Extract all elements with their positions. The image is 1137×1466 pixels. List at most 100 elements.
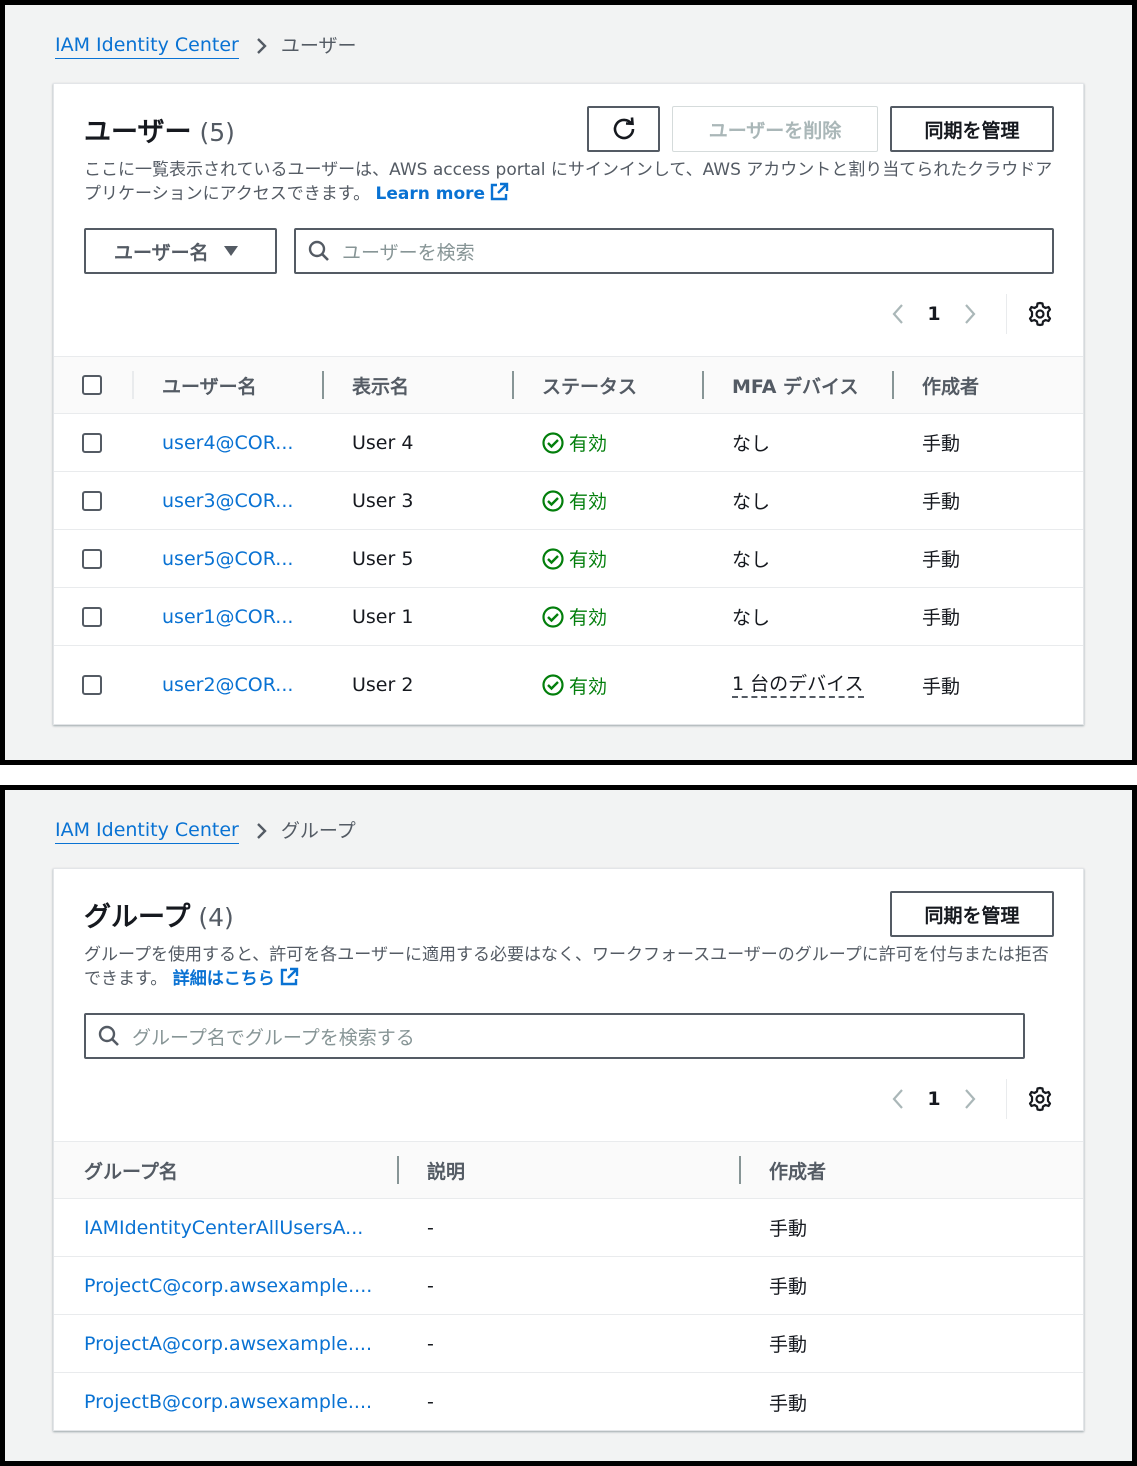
column-divider[interactable]	[702, 371, 704, 399]
chevron-right-icon[interactable]	[954, 1088, 986, 1110]
breadcrumb-root-link[interactable]: IAM Identity Center	[55, 818, 239, 844]
breadcrumb-root-link[interactable]: IAM Identity Center	[55, 33, 239, 59]
table-row: user1@COR... User 1 有効 なし 手動	[54, 588, 1083, 646]
select-all-checkbox[interactable]	[82, 357, 102, 413]
table-row: ProjectB@corp.awsexample.... - 手動	[54, 1373, 1083, 1431]
search-input[interactable]: グループ名でグループを検索する	[84, 1013, 1025, 1059]
row-checkbox[interactable]	[82, 548, 102, 569]
breadcrumb: IAM Identity Center グループ	[55, 818, 356, 844]
created-by: 手動	[922, 675, 961, 698]
learn-more-link[interactable]: 詳細はこちら	[173, 967, 299, 989]
table-row: user3@COR... User 3 有効 なし 手動	[54, 472, 1083, 530]
group-name-link[interactable]: ProjectC@corp.awsexample....	[84, 1257, 372, 1314]
search-placeholder: グループ名でグループを検索する	[132, 1026, 415, 1049]
group-name-link[interactable]: ProjectB@corp.awsexample....	[84, 1373, 372, 1431]
status-ok-icon	[542, 431, 564, 454]
page-number[interactable]: 1	[914, 303, 954, 325]
breadcrumb-current: グループ	[280, 820, 356, 842]
pagination: 1	[882, 294, 1053, 334]
group-count: (4)	[198, 903, 234, 932]
manage-sync-button[interactable]: 同期を管理	[890, 106, 1054, 152]
created-by: 手動	[922, 549, 961, 571]
status-badge: 有効	[542, 588, 607, 645]
chevron-right-icon	[255, 822, 267, 840]
status-text: 有効	[569, 433, 608, 455]
username-link[interactable]: user2@COR...	[162, 646, 293, 724]
group-description: -	[427, 1332, 434, 1355]
group-name-link[interactable]: ProjectA@corp.awsexample....	[84, 1315, 372, 1372]
status-badge: 有効	[542, 472, 607, 529]
gear-icon[interactable]	[1027, 1086, 1053, 1112]
divider	[1006, 1079, 1007, 1119]
username-link[interactable]: user4@COR...	[162, 414, 293, 471]
status-badge: 有効	[542, 646, 607, 724]
display-name: User 2	[352, 674, 414, 696]
column-divider[interactable]	[892, 371, 894, 399]
external-link-icon	[279, 967, 299, 994]
column-header-group-name[interactable]: グループ名	[84, 1142, 178, 1198]
column-header-created-by[interactable]: 作成者	[769, 1142, 826, 1198]
username-link[interactable]: user1@COR...	[162, 588, 293, 645]
username-link[interactable]: user5@COR...	[162, 530, 293, 587]
page-title: ユーザー (5)	[84, 110, 235, 149]
caret-down-icon	[223, 245, 239, 257]
status-text: 有効	[569, 675, 608, 698]
learn-more-link[interactable]: Learn more	[376, 182, 510, 204]
chevron-right-icon[interactable]	[954, 303, 986, 325]
row-checkbox[interactable]	[82, 675, 102, 695]
filter-select-value: ユーザー名	[114, 241, 209, 264]
column-header-username[interactable]: ユーザー名	[162, 357, 257, 413]
column-divider[interactable]	[397, 1156, 399, 1184]
groups-screen: IAM Identity Center グループ グループ (4) 同期を管理 …	[0, 785, 1137, 1466]
refresh-button[interactable]	[587, 106, 660, 152]
table-row: user2@COR... User 2 有効 1 台のデバイス 手動	[54, 646, 1083, 724]
column-header-description[interactable]: 説明	[427, 1142, 465, 1198]
column-divider[interactable]	[512, 371, 514, 399]
page-number[interactable]: 1	[914, 1088, 954, 1110]
mfa-devices: 1 台のデバイス	[732, 646, 864, 724]
table-row: IAMIdentityCenterAllUsersA... - 手動	[54, 1199, 1083, 1257]
user-count: (5)	[199, 118, 235, 147]
status-ok-icon	[542, 547, 564, 570]
display-name: User 3	[352, 489, 414, 512]
pagination: 1	[882, 1079, 1053, 1119]
row-checkbox[interactable]	[82, 432, 102, 453]
row-checkbox[interactable]	[82, 490, 102, 511]
chevron-left-icon[interactable]	[882, 1088, 914, 1110]
status-badge: 有効	[542, 530, 607, 587]
delete-users-button[interactable]: ユーザーを削除	[672, 106, 878, 152]
created-by: 手動	[769, 1392, 808, 1415]
status-ok-icon	[542, 605, 564, 628]
display-name: User 1	[352, 605, 414, 628]
search-input[interactable]: ユーザーを検索	[294, 228, 1054, 274]
manage-sync-button[interactable]: 同期を管理	[890, 891, 1054, 937]
breadcrumb: IAM Identity Center ユーザー	[55, 33, 356, 59]
table-header: グループ名 説明 作成者	[54, 1141, 1083, 1199]
checkbox[interactable]	[82, 375, 102, 395]
chevron-left-icon[interactable]	[882, 303, 914, 325]
row-checkbox[interactable]	[82, 606, 102, 627]
title-text: ユーザー	[84, 117, 192, 148]
search-icon	[98, 1025, 120, 1047]
column-header-created-by[interactable]: 作成者	[922, 357, 979, 413]
created-by: 手動	[922, 491, 961, 513]
column-divider[interactable]	[739, 1156, 741, 1184]
column-header-status[interactable]: ステータス	[542, 357, 637, 413]
column-header-mfa[interactable]: MFA デバイス	[732, 357, 858, 413]
username-link[interactable]: user3@COR...	[162, 472, 293, 529]
search-placeholder: ユーザーを検索	[342, 241, 475, 264]
status-badge: 有効	[542, 414, 607, 471]
filter-property-select[interactable]: ユーザー名	[84, 228, 277, 274]
status-ok-icon	[542, 674, 564, 696]
column-header-display-name[interactable]: 表示名	[352, 357, 409, 413]
table-row: ProjectC@corp.awsexample.... - 手動	[54, 1257, 1083, 1315]
display-name: User 4	[352, 431, 414, 454]
mfa-device-popover-link[interactable]: 1 台のデバイス	[732, 672, 864, 698]
group-name-link[interactable]: IAMIdentityCenterAllUsersA...	[84, 1199, 363, 1256]
users-screen: IAM Identity Center ユーザー ユーザー (5) ユーザーを削…	[0, 0, 1137, 765]
chevron-right-icon	[255, 37, 267, 55]
created-by: 手動	[769, 1218, 808, 1240]
gear-icon[interactable]	[1027, 301, 1053, 327]
created-by: 手動	[922, 433, 961, 455]
column-divider[interactable]	[322, 371, 324, 399]
